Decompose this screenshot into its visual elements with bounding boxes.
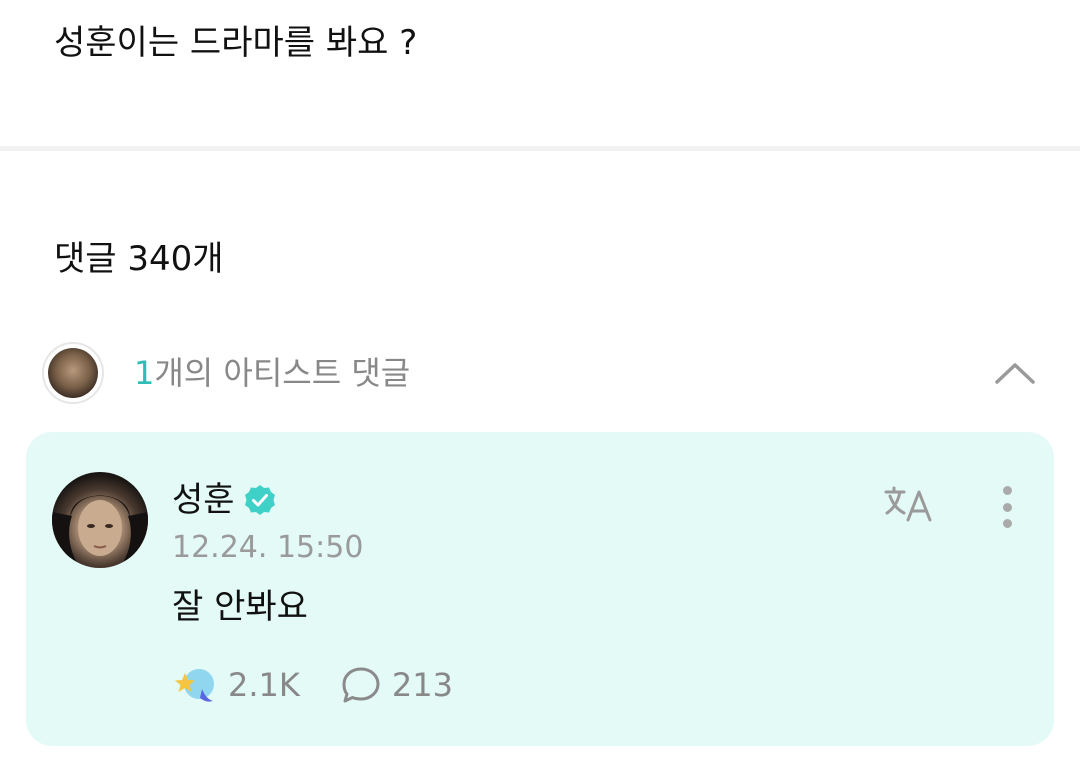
comment-author-avatar[interactable] — [52, 472, 148, 568]
artist-comment-count: 1 — [134, 354, 155, 392]
artist-comments-toggle-row[interactable]: 1개의 아티스트 댓글 — [40, 340, 1040, 410]
artist-comment-card: 성훈 12.24. 15:50 잘 안봐요 2.1K 213 — [26, 432, 1054, 746]
reaction-button[interactable]: 2.1K — [172, 662, 300, 708]
section-divider — [0, 146, 1080, 151]
reaction-count: 2.1K — [228, 666, 300, 704]
chevron-up-icon — [995, 363, 1035, 384]
collapse-button[interactable] — [990, 350, 1040, 396]
comment-count-heading: 댓글 340개 — [54, 239, 224, 279]
reply-count: 213 — [391, 666, 453, 704]
comment-author[interactable]: 성훈 — [172, 476, 277, 524]
artist-avatar — [42, 342, 104, 404]
speech-bubble-icon — [342, 667, 380, 703]
comment-text: 잘 안봐요 — [172, 587, 308, 627]
avatar-portrait — [52, 495, 148, 568]
comment-author-name: 성훈 — [172, 480, 235, 520]
post-title: 성훈이는 드라마를 봐요 ? — [54, 23, 418, 63]
verified-badge-icon — [244, 485, 275, 515]
comment-actions: 2.1K 213 — [172, 660, 453, 710]
more-vertical-icon — [1002, 486, 1012, 495]
more-options-button[interactable] — [992, 482, 1022, 532]
artist-comments-summary[interactable]: 1개의 아티스트 댓글 — [134, 350, 410, 396]
star-moon-reaction-icon — [175, 669, 214, 702]
artist-comment-label: 개의 아티스트 댓글 — [154, 354, 411, 392]
comment-timestamp: 12.24. 15:50 — [172, 530, 364, 565]
translate-icon — [884, 486, 932, 522]
translate-button[interactable] — [884, 482, 944, 528]
reply-button[interactable]: 213 — [340, 662, 453, 708]
